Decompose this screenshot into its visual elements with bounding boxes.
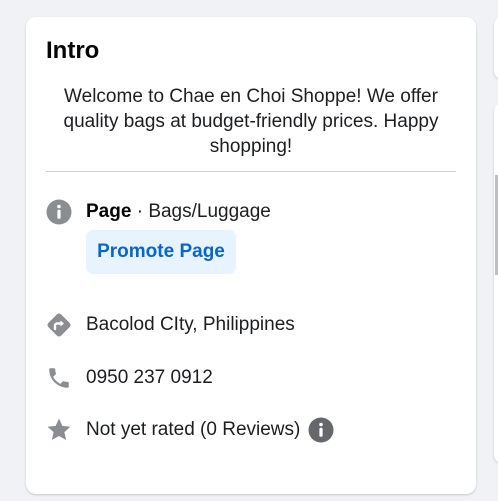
directions-icon (44, 310, 74, 340)
category-row: Page · Bags/Luggage (44, 197, 271, 227)
category-text: Page · Bags/Luggage (86, 201, 271, 223)
phone-icon (44, 363, 74, 393)
info-icon (44, 197, 74, 227)
phone-text[interactable]: 0950 237 0912 (86, 367, 213, 389)
category-value[interactable]: Bags/Luggage (148, 201, 271, 222)
page-label: Page (86, 201, 132, 222)
separator: · (131, 201, 149, 222)
location-row: Bacolod CIty, Philippines (44, 310, 295, 340)
intro-title: Intro (46, 37, 100, 64)
rating-text: Not yet rated (0 Reviews) (86, 419, 301, 440)
rating-row: Not yet rated (0 Reviews) (44, 415, 334, 445)
phone-row: 0950 237 0912 (44, 363, 213, 393)
divider (46, 171, 456, 172)
star-icon (44, 415, 74, 445)
side-card-bottom (494, 103, 498, 463)
promote-page-button[interactable]: Promote Page (86, 230, 236, 274)
location-text[interactable]: Bacolod CIty, Philippines (86, 314, 295, 336)
side-card-top (494, 17, 498, 79)
rating-info-icon[interactable] (308, 417, 334, 443)
intro-card: Intro Welcome to Chae en Choi Shoppe! We… (26, 17, 476, 494)
intro-bio: Welcome to Chae en Choi Shoppe! We offer… (63, 86, 439, 157)
